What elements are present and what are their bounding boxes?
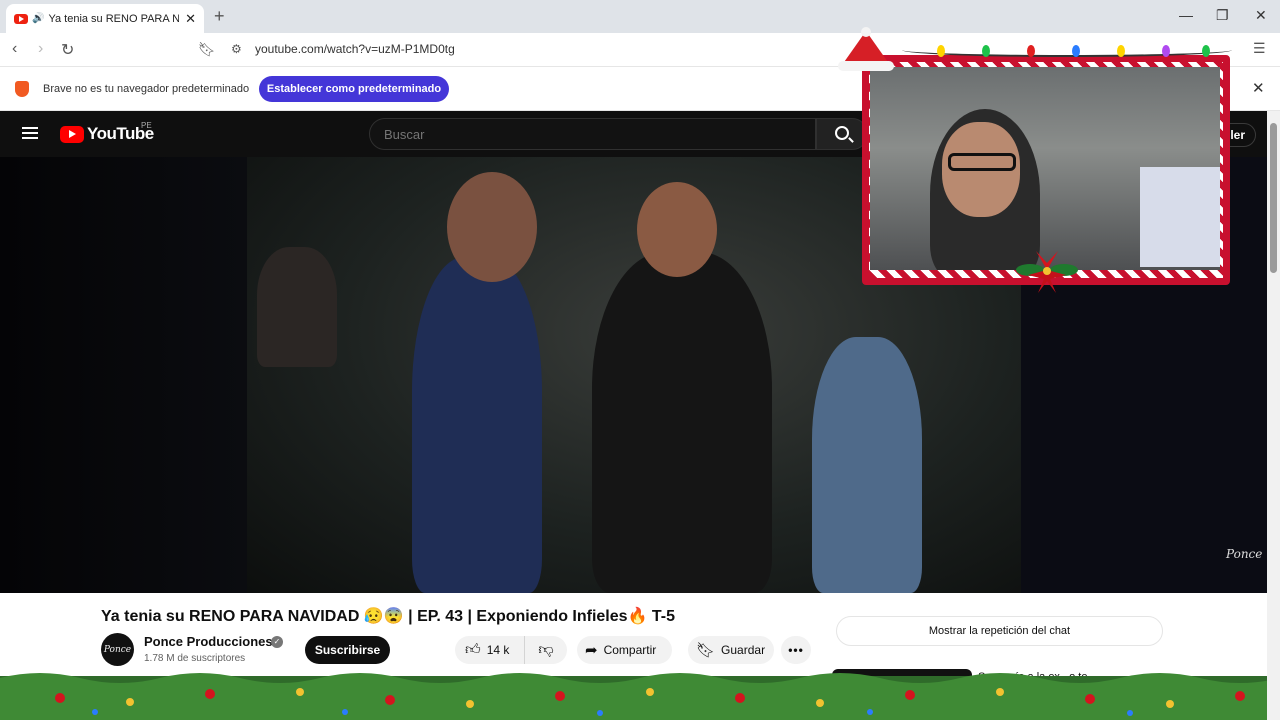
light-bulb-icon bbox=[1027, 45, 1035, 57]
new-tab-button[interactable]: + bbox=[214, 6, 225, 27]
webcam-glasses bbox=[948, 153, 1016, 171]
guide-menu-icon[interactable] bbox=[22, 127, 38, 139]
brave-lion-icon bbox=[15, 81, 29, 97]
region-code: PE bbox=[141, 121, 152, 130]
santa-hat-icon bbox=[838, 27, 894, 71]
string-lights-icon bbox=[902, 43, 1232, 57]
light-bulb-icon bbox=[1117, 45, 1125, 57]
set-default-button[interactable]: Establecer como predeterminado bbox=[259, 76, 449, 102]
tab-close-icon[interactable]: ✕ bbox=[185, 11, 196, 27]
light-bulb-icon bbox=[1202, 45, 1210, 57]
infobar-message: Brave no es tu navegador predeterminado bbox=[43, 83, 250, 95]
scrollbar-thumb[interactable] bbox=[1270, 123, 1277, 273]
share-arrow-icon: ➦ bbox=[585, 642, 598, 659]
webcam-feed bbox=[870, 67, 1220, 270]
video-person-left-head bbox=[447, 172, 537, 282]
site-settings-icon[interactable]: ⚙︎ bbox=[231, 42, 242, 56]
subscriber-count: 1.78 M de suscriptores bbox=[144, 653, 246, 664]
browser-tab-active[interactable]: 🔊 Ya tenia su RENO PARA NAVII ✕ bbox=[6, 4, 204, 33]
like-dislike-group: 👍︎ 14 k 👎︎ bbox=[455, 636, 567, 664]
restore-button[interactable]: ❐ bbox=[1216, 7, 1229, 24]
bookmark-icon[interactable]: 🔖︎ bbox=[198, 41, 216, 58]
verified-badge-icon: ✓ bbox=[271, 636, 283, 648]
like-button[interactable]: 👍︎ 14 k bbox=[455, 636, 525, 664]
share-button[interactable]: ➦ Compartir bbox=[577, 636, 672, 664]
browser-tab-strip: 🔊 Ya tenia su RENO PARA NAVII ✕ + — ❐ ✕ bbox=[0, 0, 1280, 33]
video-person-center bbox=[592, 252, 772, 593]
christmas-garland-icon bbox=[0, 673, 1280, 720]
video-person-right bbox=[812, 337, 922, 593]
address-bar[interactable]: youtube.com/watch?v=uzM-P1MD0tg bbox=[255, 42, 455, 56]
show-chat-replay-button[interactable]: Mostrar la repetición del chat bbox=[836, 616, 1163, 646]
minimize-button[interactable]: — bbox=[1179, 7, 1193, 23]
save-button[interactable]: 🔖︎ Guardar bbox=[688, 636, 774, 664]
bookmark-save-icon: 🔖︎ bbox=[696, 642, 716, 659]
channel-avatar[interactable]: Ponce bbox=[101, 633, 134, 666]
subscribe-button[interactable]: Suscribirse bbox=[305, 636, 390, 664]
player-letterbox-left bbox=[0, 157, 247, 593]
infobar-close-icon[interactable]: ✕ bbox=[1252, 79, 1265, 97]
menu-icon[interactable]: ☰ bbox=[1253, 40, 1266, 57]
search-button[interactable] bbox=[816, 118, 868, 150]
thumbs-up-icon: 👍︎ bbox=[465, 641, 481, 658]
channel-name[interactable]: Ponce Producciones bbox=[144, 634, 273, 649]
audio-playing-icon[interactable]: 🔊 bbox=[32, 13, 44, 24]
light-bulb-icon bbox=[1162, 45, 1170, 57]
video-title: Ya tenia su RENO PARA NAVIDAD 😥😨 | EP. 4… bbox=[101, 608, 676, 625]
light-bulb-icon bbox=[982, 45, 990, 57]
light-bulb-icon bbox=[937, 45, 945, 57]
search-input[interactable] bbox=[369, 118, 816, 150]
thumbs-down-icon: 👎︎ bbox=[538, 641, 554, 658]
youtube-favicon-icon bbox=[14, 13, 28, 24]
back-arrow-icon[interactable]: ‹ bbox=[12, 40, 17, 58]
page-scrollbar[interactable] bbox=[1267, 111, 1280, 720]
video-person-center-head bbox=[637, 182, 717, 277]
more-actions-button[interactable]: ••• bbox=[781, 636, 811, 664]
dislike-button[interactable]: 👎︎ bbox=[525, 636, 567, 664]
tab-title: Ya tenia su RENO PARA NAVII bbox=[48, 12, 180, 25]
like-count: 14 k bbox=[486, 643, 510, 657]
video-person-left bbox=[412, 257, 542, 593]
youtube-play-icon bbox=[60, 125, 84, 143]
search-icon bbox=[835, 126, 849, 140]
share-label: Compartir bbox=[603, 643, 657, 657]
channel-watermark[interactable]: Ponce bbox=[1226, 547, 1262, 561]
youtube-logo[interactable]: YouTube bbox=[60, 124, 154, 144]
webcam-overlay bbox=[838, 27, 1232, 293]
light-bulb-icon bbox=[1072, 45, 1080, 57]
poinsettia-icon bbox=[1016, 251, 1078, 293]
window-close-button[interactable]: ✕ bbox=[1255, 7, 1267, 24]
save-label: Guardar bbox=[721, 643, 766, 657]
webcam-background-bed bbox=[1140, 167, 1220, 267]
reload-icon[interactable]: ↻ bbox=[61, 40, 74, 60]
forward-arrow-icon[interactable]: › bbox=[38, 40, 43, 58]
video-crowd bbox=[257, 247, 337, 367]
